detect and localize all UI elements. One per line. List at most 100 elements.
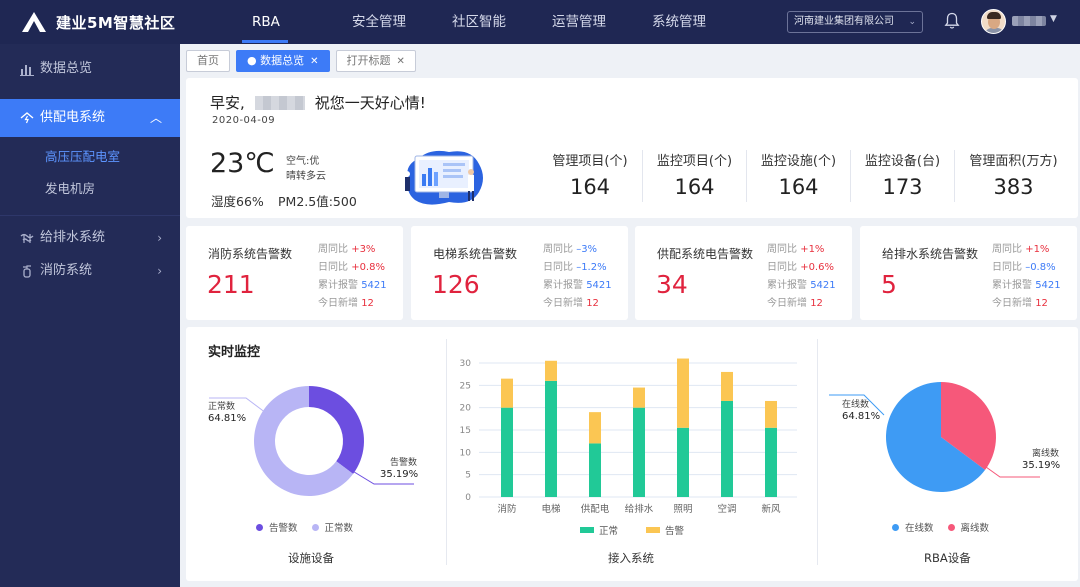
meta-label: 累计报警 xyxy=(543,280,583,291)
legend-label: 告警 xyxy=(665,526,685,537)
bell-icon[interactable] xyxy=(944,12,960,30)
x-tick-label: 给排水 xyxy=(625,503,654,515)
sidebar-item-power-supply[interactable]: 供配电系统 ︿ xyxy=(0,99,180,137)
app-logo[interactable]: 建业5M智慧社区 xyxy=(20,10,175,34)
sidebar-item-water[interactable]: 给排水系统 › xyxy=(0,222,180,254)
stat-managed-area: 管理面积(万方) 383 xyxy=(954,150,1072,202)
meta-value: 5421 xyxy=(810,280,836,291)
alarm-card[interactable]: 消防系统告警数 211 周同比 +3% 日同比 +0.8% 累计报警 5421 今日新增 … xyxy=(186,226,403,320)
alarm-count: 5 xyxy=(881,270,897,299)
sidebar: 数据总览 供配电系统 ︿ 高压压配电室 发电机房 给排水系统 › 消防系统 › xyxy=(0,44,180,587)
fire-extinguisher-icon xyxy=(23,265,31,278)
current-date: 2020-04-09 xyxy=(212,115,276,126)
alarm-count: 126 xyxy=(432,270,480,299)
sidebar-item-label: 供配电系统 xyxy=(40,110,106,125)
meta-value: –3% xyxy=(576,244,598,255)
nav-item-operations[interactable]: 运营管理 xyxy=(540,0,640,44)
slice-name: 告警数 xyxy=(390,458,418,468)
alarm-today: 今日新增 12 xyxy=(318,294,374,309)
bar-normal-2[interactable] xyxy=(589,443,601,497)
chevron-down-icon: ⌄ xyxy=(908,17,916,27)
meta-label: 日同比 xyxy=(543,262,573,273)
stat-label: 监控设备(台) xyxy=(864,154,941,169)
sidebar-subitem-hv-room[interactable]: 高压压配电室 xyxy=(0,141,180,173)
alarm-wow: 周同比 +3% xyxy=(318,240,375,255)
bar-normal-6[interactable] xyxy=(765,427,777,497)
meta-value: 12 xyxy=(810,298,823,309)
donut-slice-alarm[interactable] xyxy=(309,386,364,474)
alarm-title: 电梯系统告警数 xyxy=(433,247,518,261)
chevron-right-icon: › xyxy=(157,264,162,278)
meta-label: 周同比 xyxy=(767,244,797,255)
tab-home[interactable]: 首页 xyxy=(186,50,230,72)
stat-label: 监控设施(个) xyxy=(760,154,837,169)
meta-label: 日同比 xyxy=(767,262,797,273)
slice-value: 64.81% xyxy=(842,411,881,422)
meta-label: 今日新增 xyxy=(992,298,1032,309)
user-avatar[interactable] xyxy=(981,9,1006,34)
sidebar-subitem-generator-room[interactable]: 发电机房 xyxy=(0,173,180,205)
x-tick-label: 电梯 xyxy=(541,503,561,515)
slice-value: 64.81% xyxy=(208,413,247,424)
humidity: 湿度66% xyxy=(211,194,264,209)
bar-alarm-1[interactable] xyxy=(545,360,557,381)
sidebar-item-label: 给排水系统 xyxy=(40,230,106,245)
bar-normal-5[interactable] xyxy=(721,400,733,497)
caret-down-icon[interactable]: ▼ xyxy=(1050,14,1057,24)
app-title: 建业5M智慧社区 xyxy=(56,13,176,32)
company-select-value: 河南建业集团有限公司 xyxy=(794,16,894,27)
bar-alarm-6[interactable] xyxy=(765,400,777,428)
nav-item-rba[interactable]: RBA xyxy=(240,0,340,44)
bar-normal-0[interactable] xyxy=(501,407,513,497)
bar-alarm-5[interactable] xyxy=(721,371,733,401)
company-select[interactable]: 河南建业集团有限公司 ⌄ xyxy=(787,11,923,33)
user-name-redacted xyxy=(254,95,305,110)
bar-normal-3[interactable] xyxy=(633,407,645,497)
alarm-title: 给排水系统告警数 xyxy=(882,247,979,261)
meta-label: 周同比 xyxy=(318,244,348,255)
meta-value: 5421 xyxy=(586,280,612,291)
meta-value: +3% xyxy=(351,244,376,255)
alarm-card[interactable]: 给排水系统告警数 5 周同比 +1% 日同比 –0.8% 累计报警 5421 今日新增 1… xyxy=(860,226,1077,320)
bar-alarm-0[interactable] xyxy=(501,378,513,408)
y-tick-label: 5 xyxy=(465,471,471,481)
stat-managed-projects: 管理项目(个) 164 xyxy=(538,150,642,202)
tab-label: 数据总览 xyxy=(260,54,305,67)
nav-item-safety[interactable]: 安全管理 xyxy=(340,0,440,44)
sidebar-item-fire[interactable]: 消防系统 › xyxy=(0,254,180,288)
nav-item-system[interactable]: 系统管理 xyxy=(640,0,740,44)
legend-label: 离线数 xyxy=(960,523,990,534)
bar-alarm-2[interactable] xyxy=(589,412,601,444)
bar-legend: 正常 告警 xyxy=(580,523,684,537)
meta-value: +0.6% xyxy=(800,262,834,273)
sidebar-item-data-overview[interactable]: 数据总览 xyxy=(0,50,180,88)
pm25: PM2.5值:500 xyxy=(278,194,357,209)
legend-swatch xyxy=(580,527,594,533)
username-redacted[interactable] xyxy=(1012,16,1046,26)
meta-label: 日同比 xyxy=(992,262,1022,273)
stat-monitored-devices: 监控设备(台) 173 xyxy=(850,150,954,202)
close-icon[interactable]: ✕ xyxy=(397,56,405,67)
greeting-prefix: 早安, xyxy=(210,94,245,112)
air-quality: 空气:优 xyxy=(286,156,320,167)
access-system-bar-chart: 0 5 10 15 20 25 30 消防 电梯 供配电 给排水 照明 空调 新风 xyxy=(460,358,797,515)
meta-label: 今日新增 xyxy=(318,298,358,309)
alarm-card[interactable]: 电梯系统告警数 126 周同比 –3% 日同比 –1.2% 累计报警 5421 今日新增 … xyxy=(411,226,628,320)
tab-open-title[interactable]: 打开标题 ✕ xyxy=(335,50,416,72)
close-icon[interactable]: ✕ xyxy=(310,56,318,67)
tab-data-overview[interactable]: ● 数据总览 ✕ xyxy=(236,50,330,72)
meta-value: 5421 xyxy=(361,280,387,291)
meta-label: 周同比 xyxy=(992,244,1022,255)
bar-alarm-4[interactable] xyxy=(677,358,689,428)
slice-value: 35.19% xyxy=(380,469,419,480)
nav-item-community[interactable]: 社区智能 xyxy=(440,0,540,44)
bar-normal-4[interactable] xyxy=(677,427,689,497)
bar-alarm-3[interactable] xyxy=(633,387,645,408)
alarm-wow: 周同比 +1% xyxy=(767,240,824,255)
bar-normal-1[interactable] xyxy=(545,380,557,497)
legend-dot xyxy=(892,523,899,531)
chevron-right-icon: › xyxy=(157,231,162,245)
alarm-card[interactable]: 供配系统电告警数 34 周同比 +1% 日同比 +0.6% 累计报警 5421 今日新增 … xyxy=(635,226,852,320)
legend-dot xyxy=(311,523,319,531)
alarm-today: 今日新增 12 xyxy=(543,294,599,309)
